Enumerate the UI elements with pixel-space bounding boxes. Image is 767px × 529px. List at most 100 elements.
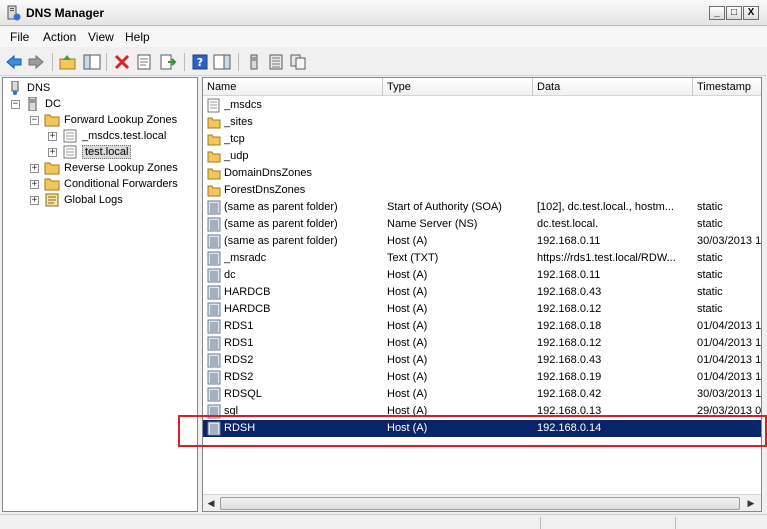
server-icon[interactable] bbox=[244, 52, 264, 72]
tree-node-conditional-forwarders[interactable]: + Conditional Forwarders bbox=[30, 176, 178, 192]
status-segment bbox=[540, 517, 675, 529]
tree-node-dns[interactable]: DNS bbox=[7, 80, 50, 96]
console-tree[interactable]: DNS − DC − Forward Lookup Zones + _msdcs… bbox=[2, 77, 198, 512]
cell-name: dc bbox=[224, 269, 236, 281]
record-icon bbox=[207, 302, 221, 317]
table-row[interactable]: RDS2 Host (A) 192.168.0.19 01/04/2013 1 bbox=[203, 369, 761, 386]
table-row[interactable]: dc Host (A) 192.168.0.11 static bbox=[203, 267, 761, 284]
cell-timestamp: static bbox=[697, 252, 723, 264]
cell-name: (same as parent folder) bbox=[224, 201, 338, 213]
cell-name: (same as parent folder) bbox=[224, 235, 338, 247]
expand-toggle[interactable]: + bbox=[30, 163, 39, 173]
cell-name: _msdcs bbox=[224, 99, 262, 111]
cell-data: 192.168.0.42 bbox=[537, 388, 602, 400]
delete-icon[interactable] bbox=[112, 52, 132, 72]
menu-action[interactable]: Action bbox=[43, 30, 76, 44]
scroll-left-arrow-icon[interactable]: ◀ bbox=[203, 496, 219, 511]
cell-timestamp: 30/03/2013 1 bbox=[697, 388, 762, 400]
minimize-button[interactable]: _ bbox=[709, 6, 725, 20]
record-icon bbox=[207, 200, 221, 215]
horizontal-scrollbar[interactable]: ◀ ▶ bbox=[203, 494, 761, 511]
table-row[interactable]: RDS2 Host (A) 192.168.0.43 01/04/2013 1 bbox=[203, 352, 761, 369]
record-list-icon[interactable] bbox=[266, 52, 286, 72]
table-row[interactable]: ForestDnsZones bbox=[203, 182, 761, 199]
table-row[interactable]: RDS1 Host (A) 192.168.0.18 01/04/2013 1 bbox=[203, 318, 762, 335]
table-row[interactable]: RDS1 Host (A) 192.168.0.12 01/04/2013 1 bbox=[203, 335, 761, 352]
cell-name: sql bbox=[224, 405, 239, 417]
column-header-type[interactable]: Type bbox=[383, 78, 533, 96]
tree-label-msdcs-zone: _msdcs.test.local bbox=[82, 130, 167, 142]
cell-data: 192.168.0.43 bbox=[537, 286, 602, 298]
menu-file[interactable]: File bbox=[10, 30, 29, 44]
cell-timestamp: static bbox=[697, 201, 723, 213]
menu-help[interactable]: Help bbox=[125, 30, 150, 44]
cell-type: Host (A) bbox=[387, 337, 428, 349]
cell-type: Host (A) bbox=[387, 235, 428, 247]
cell-type: Start of Authority (SOA) bbox=[387, 201, 502, 213]
export-list-icon[interactable] bbox=[158, 52, 178, 72]
column-header-data[interactable]: Data bbox=[533, 78, 693, 96]
cell-timestamp: static bbox=[697, 303, 723, 315]
scrollbar-thumb[interactable] bbox=[220, 497, 740, 510]
tree-node-msdcs-zone[interactable]: + _msdcs.test.local bbox=[48, 128, 166, 144]
tree-node-global-logs[interactable]: + Global Logs bbox=[30, 192, 123, 208]
table-row[interactable]: _msdcs bbox=[203, 97, 761, 114]
tree-node-dc[interactable]: − DC bbox=[11, 96, 61, 112]
cell-name: _tcp bbox=[224, 133, 245, 145]
server-icon bbox=[28, 97, 37, 111]
record-icon bbox=[207, 251, 221, 266]
tree-node-forward-zones[interactable]: − Forward Lookup Zones bbox=[30, 112, 177, 128]
event-log-icon bbox=[45, 193, 59, 207]
cell-timestamp: static bbox=[697, 218, 723, 230]
table-row[interactable]: HARDCB Host (A) 192.168.0.43 static bbox=[203, 284, 761, 301]
table-row[interactable]: _msradc Text (TXT) https://rds1.test.local… bbox=[203, 250, 761, 267]
cell-name: _msradc bbox=[224, 252, 267, 264]
copy-record-icon[interactable] bbox=[288, 52, 308, 72]
help-icon[interactable]: ? bbox=[190, 52, 210, 72]
cell-type: Text (TXT) bbox=[387, 252, 439, 264]
table-row[interactable]: DomainDnsZones bbox=[203, 165, 761, 182]
collapse-toggle[interactable]: − bbox=[30, 115, 39, 125]
properties-icon[interactable] bbox=[134, 52, 154, 72]
column-header-name[interactable]: Name bbox=[203, 78, 383, 96]
back-arrow-icon[interactable] bbox=[4, 52, 24, 72]
table-row[interactable]: _tcp bbox=[203, 131, 761, 148]
tree-node-reverse-zones[interactable]: + Reverse Lookup Zones bbox=[30, 160, 178, 176]
cell-timestamp: 01/04/2013 1 bbox=[697, 320, 762, 332]
table-row[interactable]: RDSH Host (A) 192.168.0.14 bbox=[203, 420, 761, 437]
expand-toggle[interactable]: + bbox=[48, 131, 57, 141]
expand-toggle[interactable]: + bbox=[30, 179, 39, 189]
show-hide-tree-icon[interactable] bbox=[82, 52, 102, 72]
show-hide-action-pane-icon[interactable] bbox=[212, 52, 232, 72]
column-header-timestamp[interactable]: Timestamp bbox=[693, 78, 761, 96]
forward-arrow-icon[interactable] bbox=[26, 52, 46, 72]
table-row[interactable]: RDSQL Host (A) 192.168.0.42 30/03/2013 1 bbox=[203, 386, 762, 403]
cell-data: [102], dc.test.local., hostm... bbox=[537, 201, 674, 213]
table-row[interactable]: (same as parent folder) Name Server (NS) d… bbox=[203, 216, 761, 233]
cell-data: 192.168.0.12 bbox=[537, 303, 602, 315]
table-row[interactable]: (same as parent folder) Host (A) 192.168.0… bbox=[203, 233, 761, 250]
table-row[interactable]: (same as parent folder) Start of Authorit… bbox=[203, 199, 761, 216]
tree-node-test-local[interactable]: + test.local bbox=[48, 144, 132, 160]
table-row[interactable]: HARDCB Host (A) 192.168.0.12 static bbox=[203, 301, 761, 318]
cell-data: 192.168.0.19 bbox=[537, 371, 602, 383]
collapse-toggle[interactable]: − bbox=[11, 99, 20, 109]
cell-data: 192.168.0.11 bbox=[537, 235, 601, 247]
expand-toggle[interactable]: + bbox=[30, 195, 39, 205]
cell-name: RDSQL bbox=[224, 388, 262, 400]
maximize-button[interactable]: □ bbox=[726, 6, 742, 20]
table-row[interactable]: _sites bbox=[203, 114, 761, 131]
close-button[interactable]: X bbox=[743, 6, 759, 20]
records-list[interactable]: Name Type Data Timestamp _msdcs _sites _tc… bbox=[202, 77, 762, 512]
scroll-right-arrow-icon[interactable]: ▶ bbox=[743, 496, 759, 511]
cell-name: DomainDnsZones bbox=[224, 167, 313, 179]
table-row[interactable]: _udp bbox=[203, 148, 761, 165]
cell-type: Host (A) bbox=[387, 405, 428, 417]
record-icon bbox=[207, 217, 221, 232]
cell-type: Host (A) bbox=[387, 354, 428, 366]
menu-view[interactable]: View bbox=[88, 30, 114, 44]
up-folder-icon[interactable] bbox=[58, 52, 78, 72]
expand-toggle[interactable]: + bbox=[48, 147, 57, 157]
table-row[interactable]: sql Host (A) 192.168.0.13 29/03/2013 0 bbox=[203, 403, 761, 420]
folder-icon bbox=[44, 114, 60, 127]
